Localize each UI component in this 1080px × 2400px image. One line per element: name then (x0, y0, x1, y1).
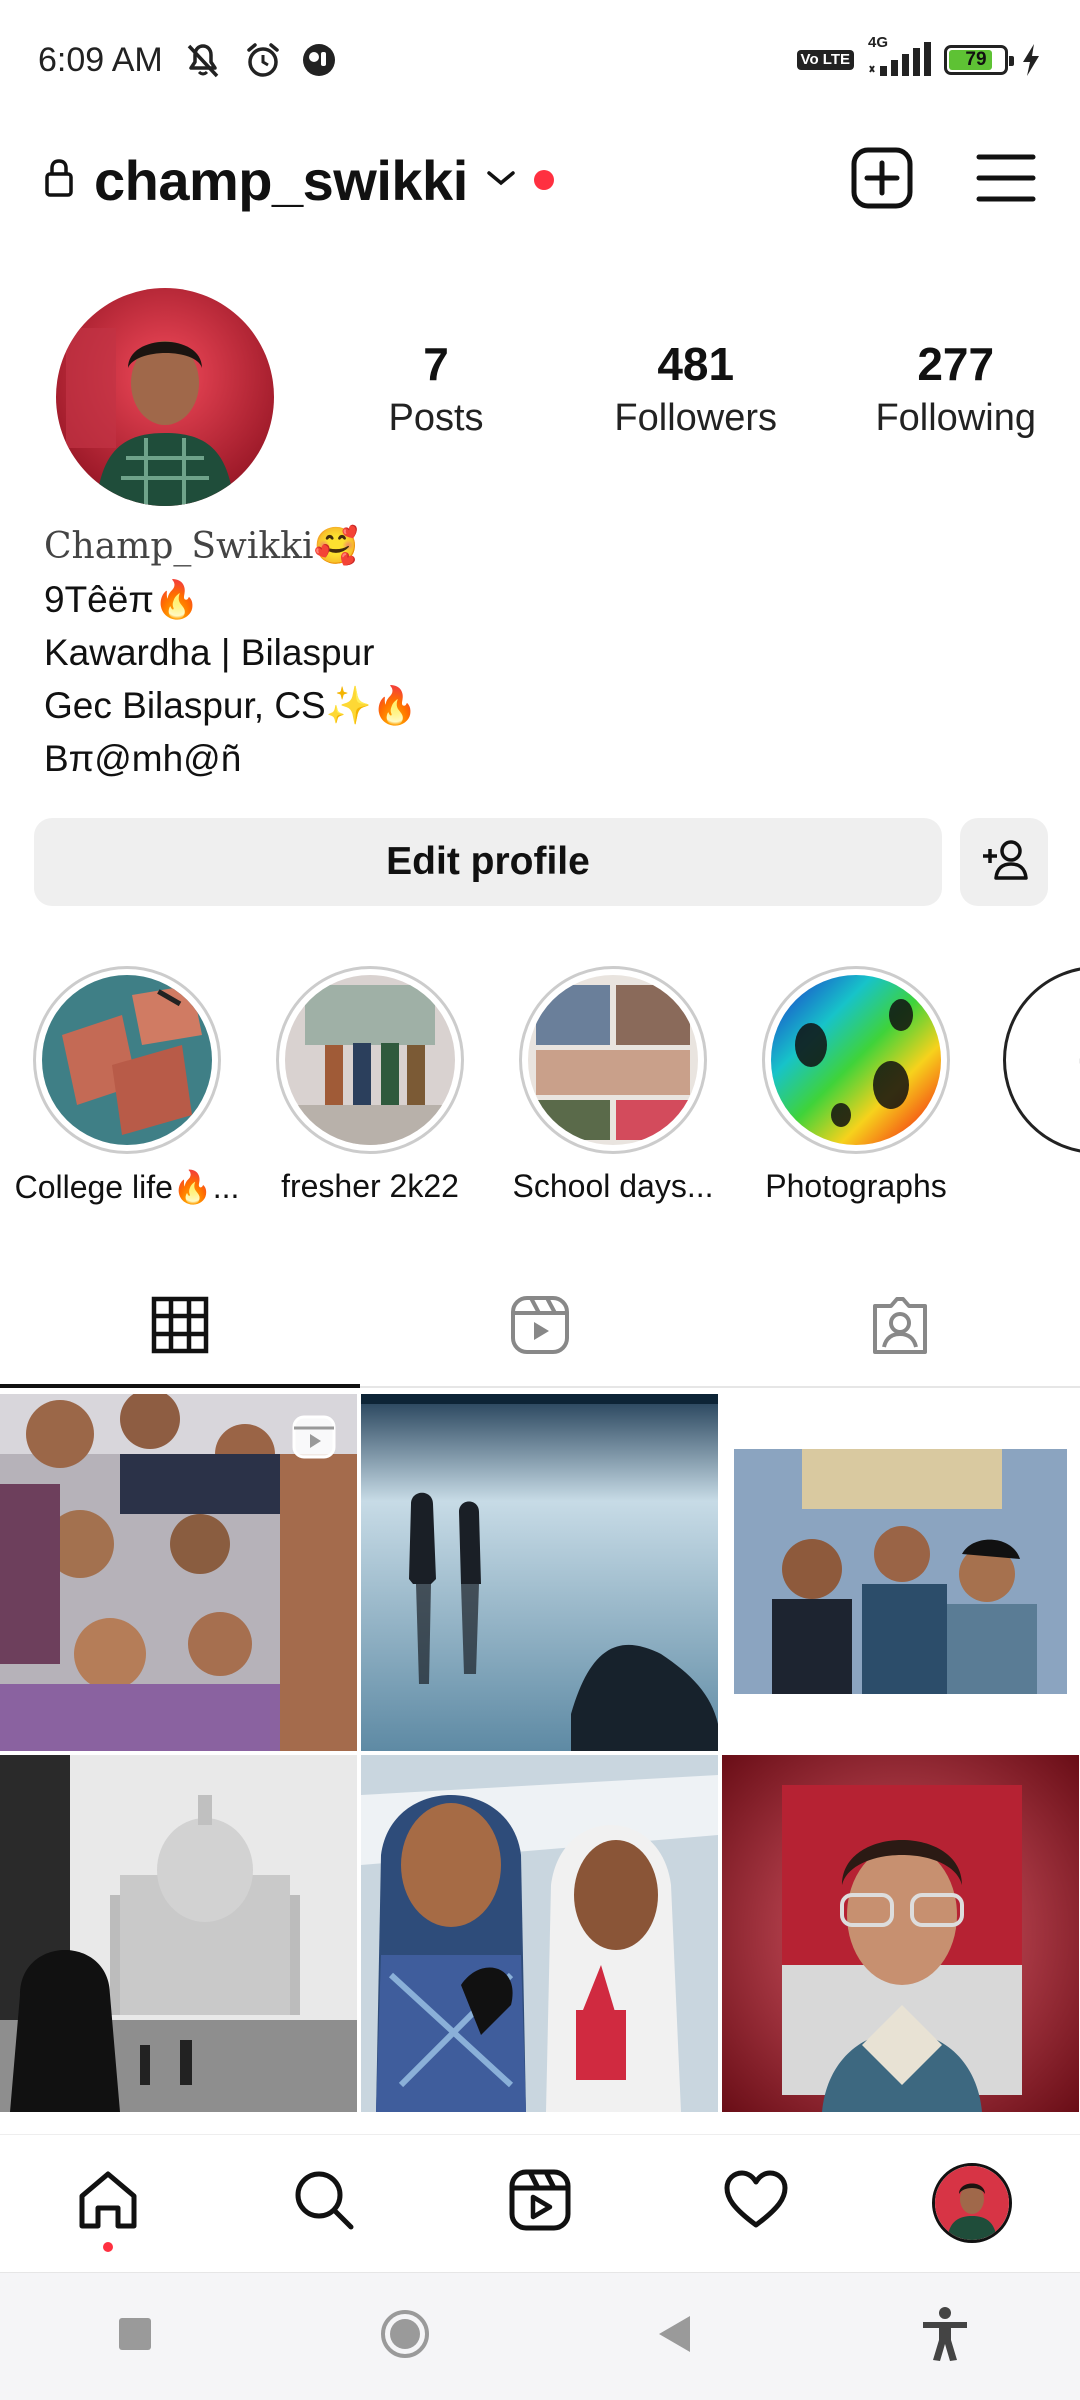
highlight-label: College life🔥... (14, 1169, 240, 1205)
new-post-icon[interactable] (850, 146, 914, 215)
bio-line: Bπ@mh@ñ (44, 738, 242, 779)
highlight-item[interactable]: School days... (493, 966, 733, 1205)
home-icon (76, 2168, 140, 2237)
post-thumbnail[interactable] (722, 1394, 1079, 1751)
reels-icon (508, 2168, 572, 2237)
circle-icon (379, 2308, 431, 2365)
posts-label: Posts (388, 397, 484, 439)
nav-home[interactable] (53, 2148, 163, 2258)
profile-bio: Champ_Swikki🥰 9Têëπ🔥 Kawardha | Bilaspur… (44, 520, 418, 785)
post-thumbnail[interactable] (361, 1755, 718, 2112)
edit-profile-button[interactable]: Edit profile (34, 818, 942, 906)
app-icon (301, 42, 337, 78)
post-thumbnail[interactable] (361, 1394, 718, 1751)
posts-stat[interactable]: 7 Posts (356, 336, 516, 444)
post-thumbnail[interactable] (722, 1755, 1079, 2112)
nav-profile[interactable] (917, 2148, 1027, 2258)
highlight-item[interactable]: fresher 2k22 (250, 966, 490, 1205)
signal-icon: 4G (866, 34, 932, 78)
home-button[interactable] (355, 2287, 455, 2387)
highlight-label: fresher 2k22 (281, 1168, 459, 1204)
volte-badge: Vo LTE (796, 50, 854, 70)
highlight-label: School days... (512, 1168, 714, 1204)
recents-button[interactable] (85, 2287, 185, 2387)
profile-avatar[interactable] (56, 288, 274, 506)
nav-search[interactable] (269, 2148, 379, 2258)
highlight-item[interactable]: College life🔥... (7, 966, 247, 1206)
plus-icon: + (1003, 966, 1080, 1154)
mute-icon (181, 40, 225, 80)
accessibility-icon (920, 2306, 970, 2367)
following-count: 277 (917, 338, 995, 390)
accessibility-button[interactable] (895, 2287, 995, 2387)
status-bar: 6:09 AM Vo LTE 4G 79 (0, 0, 1080, 120)
highlight-cover (42, 975, 212, 1145)
highlight-cover (285, 975, 455, 1145)
grid-icon (151, 1296, 209, 1359)
bio-line: Gec Bilaspur, CS✨🔥 (44, 685, 418, 726)
posts-grid (0, 1394, 1080, 2112)
bio-line: Kawardha | Bilaspur (44, 632, 375, 673)
search-icon (292, 2168, 356, 2237)
nav-activity[interactable] (701, 2148, 811, 2258)
highlight-label: Photographs (765, 1168, 947, 1204)
post-thumbnail[interactable] (0, 1394, 357, 1751)
network-label: 4G (868, 34, 889, 51)
back-button[interactable] (625, 2287, 725, 2387)
followers-stat[interactable]: 481 Followers (614, 336, 777, 444)
bottom-navigation (0, 2134, 1080, 2270)
posts-count: 7 (423, 338, 449, 390)
story-highlights: College life🔥... fresher 2k22 School day… (0, 966, 1080, 1216)
profile-tabs (0, 1268, 1080, 1388)
notification-dot (533, 170, 554, 190)
tab-tagged[interactable] (720, 1268, 1080, 1386)
tagged-icon (869, 1294, 931, 1361)
profile-avatar-small (932, 2162, 1012, 2243)
square-icon (117, 2316, 153, 2357)
lock-icon (44, 158, 74, 203)
highlight-cover (771, 975, 941, 1145)
highlight-label: N (977, 1168, 1080, 1205)
followers-label: Followers (614, 397, 778, 439)
following-label: Following (875, 397, 1036, 439)
username-title[interactable]: champ_swikki (94, 148, 468, 213)
following-stat[interactable]: 277 Following (875, 336, 1036, 444)
profile-header: champ_swikki (0, 130, 1080, 230)
home-notification-dot (103, 2241, 113, 2252)
reels-icon (509, 1294, 571, 1361)
tab-grid[interactable] (0, 1268, 360, 1388)
charging-icon (1020, 43, 1042, 77)
new-highlight[interactable]: + N (977, 966, 1080, 1205)
post-thumbnail[interactable] (0, 1755, 357, 2112)
status-time: 6:09 AM (38, 40, 163, 79)
heart-icon (723, 2170, 789, 2235)
discover-people-button[interactable] (960, 818, 1048, 906)
back-triangle-icon (656, 2314, 694, 2359)
add-user-icon (979, 838, 1029, 887)
battery-percent: 79 (965, 49, 987, 70)
battery-indicator: 79 (944, 45, 1014, 75)
followers-count: 481 (657, 338, 735, 390)
nav-reels[interactable] (485, 2148, 595, 2258)
display-name: Champ_Swikki🥰 (44, 526, 359, 567)
bio-line: 9Têëπ🔥 (44, 579, 200, 620)
tab-reels[interactable] (360, 1268, 720, 1386)
system-navigation-bar (0, 2272, 1080, 2400)
chevron-down-icon[interactable] (486, 168, 516, 193)
reel-badge-icon (291, 1414, 337, 1465)
menu-icon[interactable] (976, 152, 1036, 209)
highlight-item[interactable]: Photographs (736, 966, 976, 1205)
alarm-icon (243, 40, 283, 80)
profile-stats: 7 Posts 481 Followers 277 Following (356, 336, 1036, 444)
highlight-cover (528, 975, 698, 1145)
